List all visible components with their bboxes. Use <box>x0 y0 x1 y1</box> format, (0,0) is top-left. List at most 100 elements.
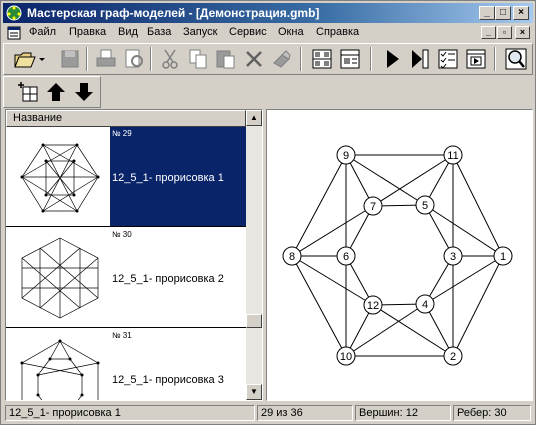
graph-vertex[interactable]: 1 <box>493 246 513 266</box>
vertex-label: 4 <box>422 299 428 311</box>
toolbar-separator <box>494 47 496 71</box>
graph-vertex[interactable]: 12 <box>363 295 383 315</box>
graph-edge <box>291 205 374 257</box>
graph-thumbnail <box>20 339 100 400</box>
layout-detail-icon[interactable] <box>338 47 362 71</box>
status-vertex-count: Вершин: 12 <box>355 405 451 421</box>
graph-edge <box>424 204 504 257</box>
toolbar-separator <box>150 47 152 71</box>
window-title: Мастерская граф-моделей - [Демонстрация.… <box>27 6 320 20</box>
graph-vertex[interactable]: 6 <box>336 246 356 266</box>
graph-thumbnail <box>20 143 100 213</box>
document-icon[interactable] <box>7 26 21 40</box>
list-item[interactable]: № 30 12_5_1- прорисовка 2 <box>6 228 246 328</box>
graph-drawing: 123456789101112 <box>282 145 513 366</box>
save-icon[interactable] <box>58 47 82 71</box>
graph-vertex[interactable]: 7 <box>363 196 383 216</box>
graph-edge <box>291 154 347 257</box>
graph-vertex[interactable]: 2 <box>443 346 463 366</box>
mdi-close-button[interactable]: × <box>515 26 530 39</box>
layout-grid-icon[interactable] <box>310 47 334 71</box>
add-graph-icon[interactable] <box>16 80 40 104</box>
close-button[interactable]: × <box>513 6 529 20</box>
app-window: Мастерская граф-моделей - [Демонстрация.… <box>0 0 536 425</box>
toolbar-separator <box>370 47 372 71</box>
graph-vertex[interactable]: 3 <box>443 246 463 266</box>
toolbar-separator <box>86 47 88 71</box>
menu-bar: Файл Правка Вид База Запуск Сервис Окна … <box>3 24 533 42</box>
secondary-toolbar <box>3 76 101 108</box>
status-bar: 12_5_1- прорисовка 1 29 из 36 Вершин: 12… <box>3 404 533 422</box>
graph-edge <box>372 154 454 207</box>
graph-vertex[interactable]: 9 <box>336 145 356 165</box>
step-icon[interactable] <box>408 47 432 71</box>
vertex-label: 7 <box>370 201 376 213</box>
menu-help[interactable]: Справка <box>316 26 359 38</box>
graph-vertex[interactable]: 5 <box>415 195 435 215</box>
menu-service[interactable]: Сервис <box>229 26 267 38</box>
graph-name: 12_5_1- прорисовка 3 <box>112 374 224 386</box>
minimize-button[interactable]: _ <box>479 6 495 20</box>
toolbar-separator <box>300 47 302 71</box>
vertex-label: 6 <box>343 251 349 263</box>
vertex-label: 8 <box>289 251 295 263</box>
move-down-icon[interactable] <box>72 80 96 104</box>
print-preview-icon[interactable] <box>122 47 146 71</box>
mdi-restore-button[interactable]: ▫ <box>497 26 512 39</box>
scroll-down-button[interactable]: ▼ <box>246 384 262 400</box>
graph-edge <box>291 255 374 306</box>
cut-icon[interactable] <box>158 47 182 71</box>
list-scrollbar[interactable]: ▲ ▼ <box>246 110 262 400</box>
open-icon[interactable] <box>12 47 46 71</box>
menu-windows[interactable]: Окна <box>278 26 304 38</box>
vertex-label: 12 <box>367 300 379 312</box>
menu-database[interactable]: База <box>147 26 171 38</box>
menu-view[interactable]: Вид <box>118 26 138 38</box>
menu-edit[interactable]: Правка <box>69 26 106 38</box>
vertex-label: 11 <box>447 150 458 162</box>
app-logo-icon <box>6 5 22 21</box>
graph-number: № 29 <box>112 129 132 138</box>
list-item[interactable]: № 31 12_5_1- прорисовка 3 <box>6 329 246 400</box>
vertex-label: 2 <box>450 351 456 363</box>
status-edge-count: Ребер: 30 <box>453 405 531 421</box>
vertex-label: 9 <box>343 150 349 162</box>
vertex-label: 5 <box>422 200 428 212</box>
paste-icon[interactable] <box>214 47 238 71</box>
graph-name: 12_5_1- прорисовка 1 <box>112 172 224 184</box>
graph-vertex[interactable]: 10 <box>336 346 356 366</box>
copy-icon[interactable] <box>186 47 210 71</box>
graph-vertex[interactable]: 8 <box>282 246 302 266</box>
graph-edges <box>291 154 504 357</box>
graph-name: 12_5_1- прорисовка 2 <box>112 273 224 285</box>
zoom-icon[interactable] <box>504 47 528 71</box>
graph-canvas[interactable]: 1 2 3 4 5 6 7 8 9 10 11 12 <box>266 109 533 401</box>
menu-file[interactable]: Файл <box>29 26 56 38</box>
print-icon[interactable] <box>94 47 118 71</box>
graph-number: № 31 <box>112 331 132 340</box>
move-up-icon[interactable] <box>44 80 68 104</box>
title-bar[interactable]: Мастерская граф-моделей - [Демонстрация.… <box>3 3 533 23</box>
column-header-name[interactable]: Название <box>6 110 246 127</box>
checklist-icon[interactable] <box>436 47 460 71</box>
graph-list-pane: Название № 29 12_5_1- прорисовка 1 № 30 … <box>5 109 263 401</box>
delete-icon[interactable] <box>242 47 266 71</box>
run-icon[interactable] <box>380 47 404 71</box>
graph-edge <box>291 255 347 357</box>
vertex-label: 10 <box>340 351 352 363</box>
scroll-thumb[interactable] <box>246 314 262 328</box>
menu-run[interactable]: Запуск <box>183 26 217 38</box>
graph-edge <box>452 154 504 257</box>
scroll-up-button[interactable]: ▲ <box>246 110 262 126</box>
mdi-minimize-button[interactable]: _ <box>481 26 496 39</box>
status-position: 29 из 36 <box>257 405 353 421</box>
play-window-icon[interactable] <box>464 47 488 71</box>
main-toolbar <box>3 43 533 75</box>
eraser-icon[interactable] <box>270 47 294 71</box>
graph-number: № 30 <box>112 230 132 239</box>
maximize-button[interactable]: □ <box>495 6 511 20</box>
list-item[interactable]: № 29 12_5_1- прорисовка 1 <box>6 127 246 227</box>
graph-edge <box>345 303 426 357</box>
graph-vertex[interactable]: 11 <box>443 145 463 165</box>
graph-vertex[interactable]: 4 <box>415 294 435 314</box>
